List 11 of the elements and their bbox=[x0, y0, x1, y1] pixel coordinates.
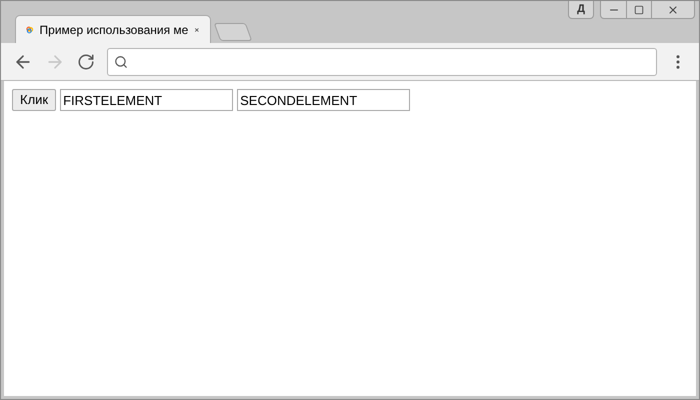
close-icon bbox=[667, 4, 679, 16]
tab-title: Пример использования ме bbox=[40, 22, 188, 38]
address-field[interactable] bbox=[107, 48, 657, 76]
click-button[interactable]: Клик bbox=[12, 89, 56, 111]
browser-tab[interactable]: Пример использования ме bbox=[15, 15, 211, 43]
maximize-icon bbox=[634, 4, 644, 14]
search-icon bbox=[114, 54, 128, 68]
text-field[interactable]: FIRSTELEMENT bbox=[60, 89, 234, 111]
profile-button[interactable]: Д bbox=[568, 1, 594, 19]
reload-icon[interactable] bbox=[77, 52, 95, 70]
text-field[interactable]: SECONDELEMENT bbox=[237, 89, 410, 111]
